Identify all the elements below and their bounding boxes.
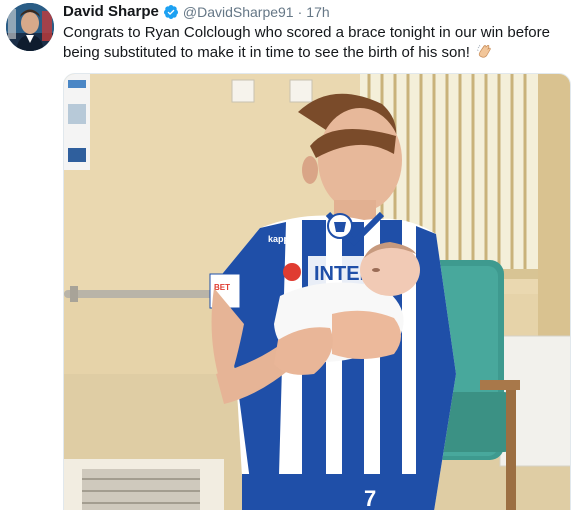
tweet-timestamp[interactable]: 17h xyxy=(306,2,329,22)
verified-badge-icon xyxy=(163,5,178,19)
avatar[interactable] xyxy=(6,3,54,51)
clapping-hands-icon xyxy=(476,44,491,58)
shirt-sleeve-text: BET xyxy=(214,283,230,292)
tweet-header: David Sharpe @DavidSharpe91 · 17h xyxy=(63,2,330,22)
tweet-text: Congrats to Ryan Colclough who scored a … xyxy=(63,23,568,63)
shorts-number-text: 7 xyxy=(364,486,376,510)
separator-dot: · xyxy=(297,4,303,20)
tweet-photo[interactable]: INTER BET kappa 7 xyxy=(63,73,571,510)
avatar-image xyxy=(6,3,54,51)
tweet[interactable]: David Sharpe @DavidSharpe91 · 17h Congra… xyxy=(0,0,583,510)
display-name[interactable]: David Sharpe xyxy=(63,2,159,22)
shirt-brand-text: kappa xyxy=(268,234,295,244)
user-handle[interactable]: @DavidSharpe91 xyxy=(183,2,294,22)
photo-image: INTER BET kappa 7 xyxy=(64,74,570,510)
